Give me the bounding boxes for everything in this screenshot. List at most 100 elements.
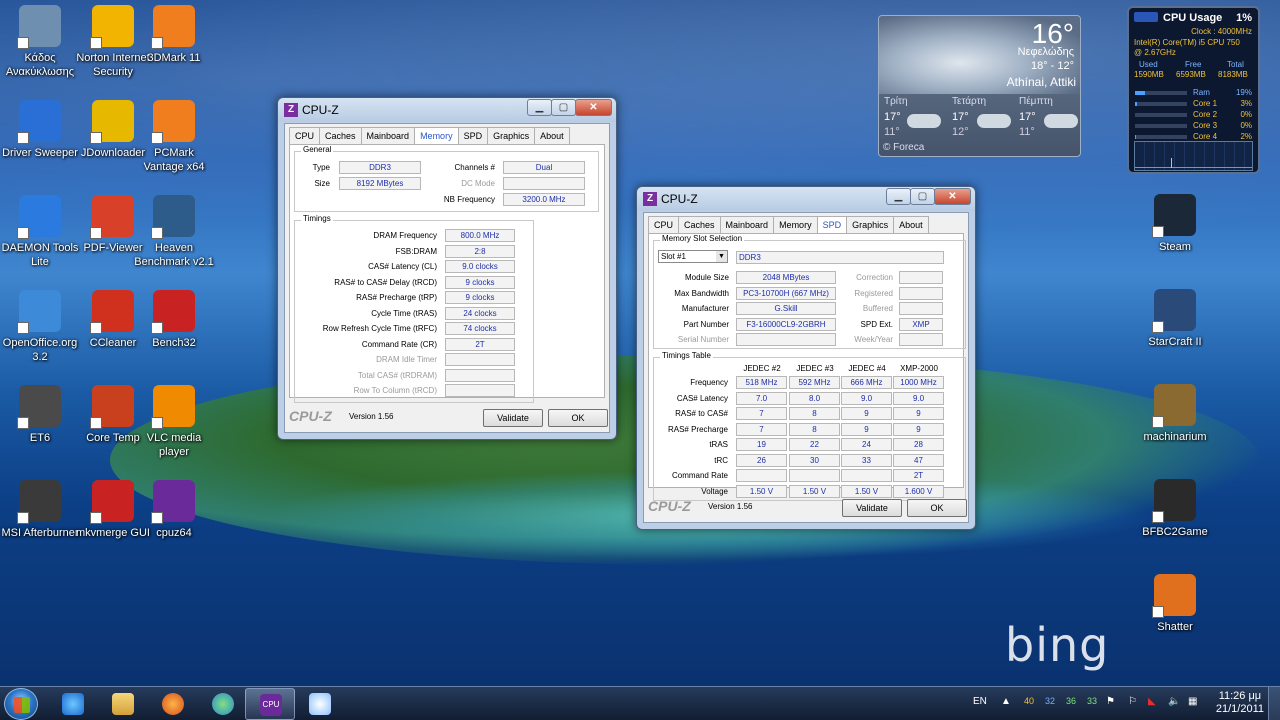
desktop-icon-11[interactable]: Bench32	[134, 290, 214, 350]
usage-bar	[1135, 135, 1187, 139]
weather-day-3-lo: 11°	[1019, 126, 1035, 138]
shortcut-arrow-icon	[90, 417, 102, 429]
validate-button[interactable]: Validate	[483, 409, 543, 427]
desktop-icon-8[interactable]: Heaven Benchmark v2.1	[134, 195, 214, 269]
timing-label: FSB:DRAM	[395, 246, 437, 256]
taskbar-explorer[interactable]	[98, 688, 148, 720]
channels-value: Dual	[503, 161, 585, 174]
title-bar[interactable]: Z CPU-Z ▁ ▢ ✕	[278, 98, 616, 122]
tab-mainboard[interactable]: Mainboard	[360, 127, 416, 145]
tab-mainboard[interactable]: Mainboard	[719, 216, 775, 234]
tab-spd[interactable]: SPD	[816, 216, 848, 234]
maximize-button[interactable]: ▢	[551, 99, 576, 116]
network-icon[interactable]: ◣	[1148, 696, 1156, 707]
usage-value: 2%	[1240, 132, 1252, 141]
timings-cell: 7.0	[736, 391, 787, 405]
usage-bar-fill	[1135, 102, 1137, 106]
desktop-icon-2[interactable]: 3DMark 11	[134, 5, 214, 65]
cpuz-app-icon: Z	[643, 192, 657, 206]
core-temp-tray[interactable]: 36	[1066, 696, 1076, 706]
desktop-icon-right-0[interactable]: Steam	[1135, 194, 1215, 254]
weather-day-3-hi: 17°	[1019, 111, 1036, 123]
minimize-button[interactable]: ▁	[886, 188, 911, 205]
core-temp-tray[interactable]: 32	[1045, 696, 1055, 706]
volume-icon[interactable]: 🔈	[1168, 696, 1180, 707]
close-button[interactable]: ✕	[934, 188, 971, 205]
desktop-icon-9[interactable]: OpenOffice.org 3.2	[0, 290, 80, 364]
tab-about[interactable]: About	[534, 127, 570, 145]
desktop-icon-6[interactable]: DAEMON Tools Lite	[0, 195, 80, 269]
tab-memory[interactable]: Memory	[773, 216, 818, 234]
desktop-icon-14[interactable]: VLC media player	[134, 385, 214, 459]
action-center-icon[interactable]: ⚐	[1128, 696, 1137, 707]
desktop-icon-15[interactable]: MSI Afterburner	[0, 480, 80, 540]
taskbar-paint[interactable]	[295, 688, 345, 720]
desktop-icon-17[interactable]: cpuz64	[134, 480, 214, 540]
taskbar-firefox[interactable]	[148, 688, 198, 720]
core-temp-tray[interactable]: 33	[1087, 696, 1097, 706]
maximize-button[interactable]: ▢	[910, 188, 935, 205]
ok-button[interactable]: OK	[907, 499, 967, 517]
desktop-icon-right-3[interactable]: BFBC2Game	[1135, 479, 1215, 539]
timing-value: 74 clocks	[445, 322, 515, 335]
version-label: Version 1.56	[708, 502, 753, 511]
tab-memory[interactable]: Memory	[414, 127, 459, 145]
desktop-icon-right-4[interactable]: Shatter	[1135, 574, 1215, 634]
timings-cell: 666 MHz	[841, 376, 892, 389]
shortcut-arrow-icon	[1152, 511, 1164, 523]
desktop-icon-12[interactable]: ET6	[0, 385, 80, 445]
core-temp-tray[interactable]: 40	[1024, 696, 1034, 706]
cpuz-icon	[151, 480, 195, 524]
messenger-icon	[212, 693, 234, 715]
desktop-icon-3[interactable]: Driver Sweeper	[0, 100, 80, 160]
desktop-icon-right-2[interactable]: machinarium	[1135, 384, 1215, 444]
close-button[interactable]: ✕	[575, 99, 612, 116]
shatter-icon	[1152, 574, 1196, 618]
minimize-button[interactable]: ▁	[527, 99, 552, 116]
cpuz-icon: CPU	[260, 694, 282, 716]
show-desktop-button[interactable]	[1268, 687, 1280, 720]
tab-graphics[interactable]: Graphics	[487, 127, 536, 145]
vlc-icon	[151, 385, 195, 429]
timings-cell: 22	[789, 438, 840, 451]
cpu-usage-gadget[interactable]: CPU Usage 1% Clock : 4000MHz Intel(R) Co…	[1127, 6, 1260, 174]
tab-spd[interactable]: SPD	[457, 127, 489, 145]
validate-button[interactable]: Validate	[842, 499, 902, 517]
desktop-icon-label: StarCraft II	[1148, 336, 1202, 348]
language-indicator[interactable]: EN	[973, 696, 987, 707]
tab-about[interactable]: About	[893, 216, 929, 234]
tab-caches[interactable]: Caches	[678, 216, 721, 234]
taskbar-messenger[interactable]	[198, 688, 248, 720]
title-bar[interactable]: Z CPU-Z ▁ ▢ ✕	[637, 187, 975, 211]
ok-button[interactable]: OK	[548, 409, 608, 427]
clock[interactable]: 11:26 μμ 21/1/2011	[1216, 690, 1264, 716]
desktop-icon-label: OpenOffice.org 3.2	[2, 337, 78, 363]
cpuz-spd-window[interactable]: Z CPU-Z ▁ ▢ ✕ CPU Caches Mainboard Memory SP…	[636, 186, 976, 530]
start-button[interactable]	[4, 688, 38, 720]
timings-cell: 28	[893, 438, 944, 451]
memory-panel: General Type DDR3 Size 8192 MBytes Chann…	[289, 144, 605, 403]
tab-cpu[interactable]: CPU	[289, 127, 321, 145]
show-hidden-icons-button[interactable]: ▲	[1001, 696, 1011, 707]
slot-select[interactable]: Slot #1 ▼	[658, 250, 728, 263]
timings-cell: 19	[736, 438, 787, 451]
cpu-gadget-name: Intel(R) Core(TM) i5 CPU 750	[1134, 38, 1240, 47]
cpuz-memory-window[interactable]: Z CPU-Z ▁ ▢ ✕ CPU Caches Mainboard Memory SP…	[277, 97, 617, 440]
taskbar-ie[interactable]	[48, 688, 98, 720]
heaven-benchmark-icon	[151, 195, 195, 239]
desktop-icon-label: Heaven Benchmark v2.1	[134, 242, 214, 268]
tab-caches[interactable]: Caches	[319, 127, 362, 145]
tab-cpu[interactable]: CPU	[648, 216, 680, 234]
timing-value	[445, 384, 515, 397]
desktop-icon-5[interactable]: PCMark Vantage x64	[134, 100, 214, 174]
flag-icon[interactable]: ⚑	[1106, 696, 1115, 707]
timings-cell	[736, 469, 787, 482]
taskbar-cpuz[interactable]: CPU	[245, 688, 295, 720]
desktop-icon-0[interactable]: Κάδος Ανακύκλωσης	[0, 5, 80, 79]
desktop-icon-right-1[interactable]: StarCraft II	[1135, 289, 1215, 349]
usage-bar	[1135, 113, 1187, 117]
weather-gadget[interactable]: 16° Νεφελώδης 18° - 12° Athínai, Attiki …	[878, 15, 1081, 157]
tab-graphics[interactable]: Graphics	[846, 216, 895, 234]
gpu-tray-icon[interactable]: ▦	[1188, 696, 1197, 707]
spd-info-label: Manufacturer	[681, 304, 729, 313]
